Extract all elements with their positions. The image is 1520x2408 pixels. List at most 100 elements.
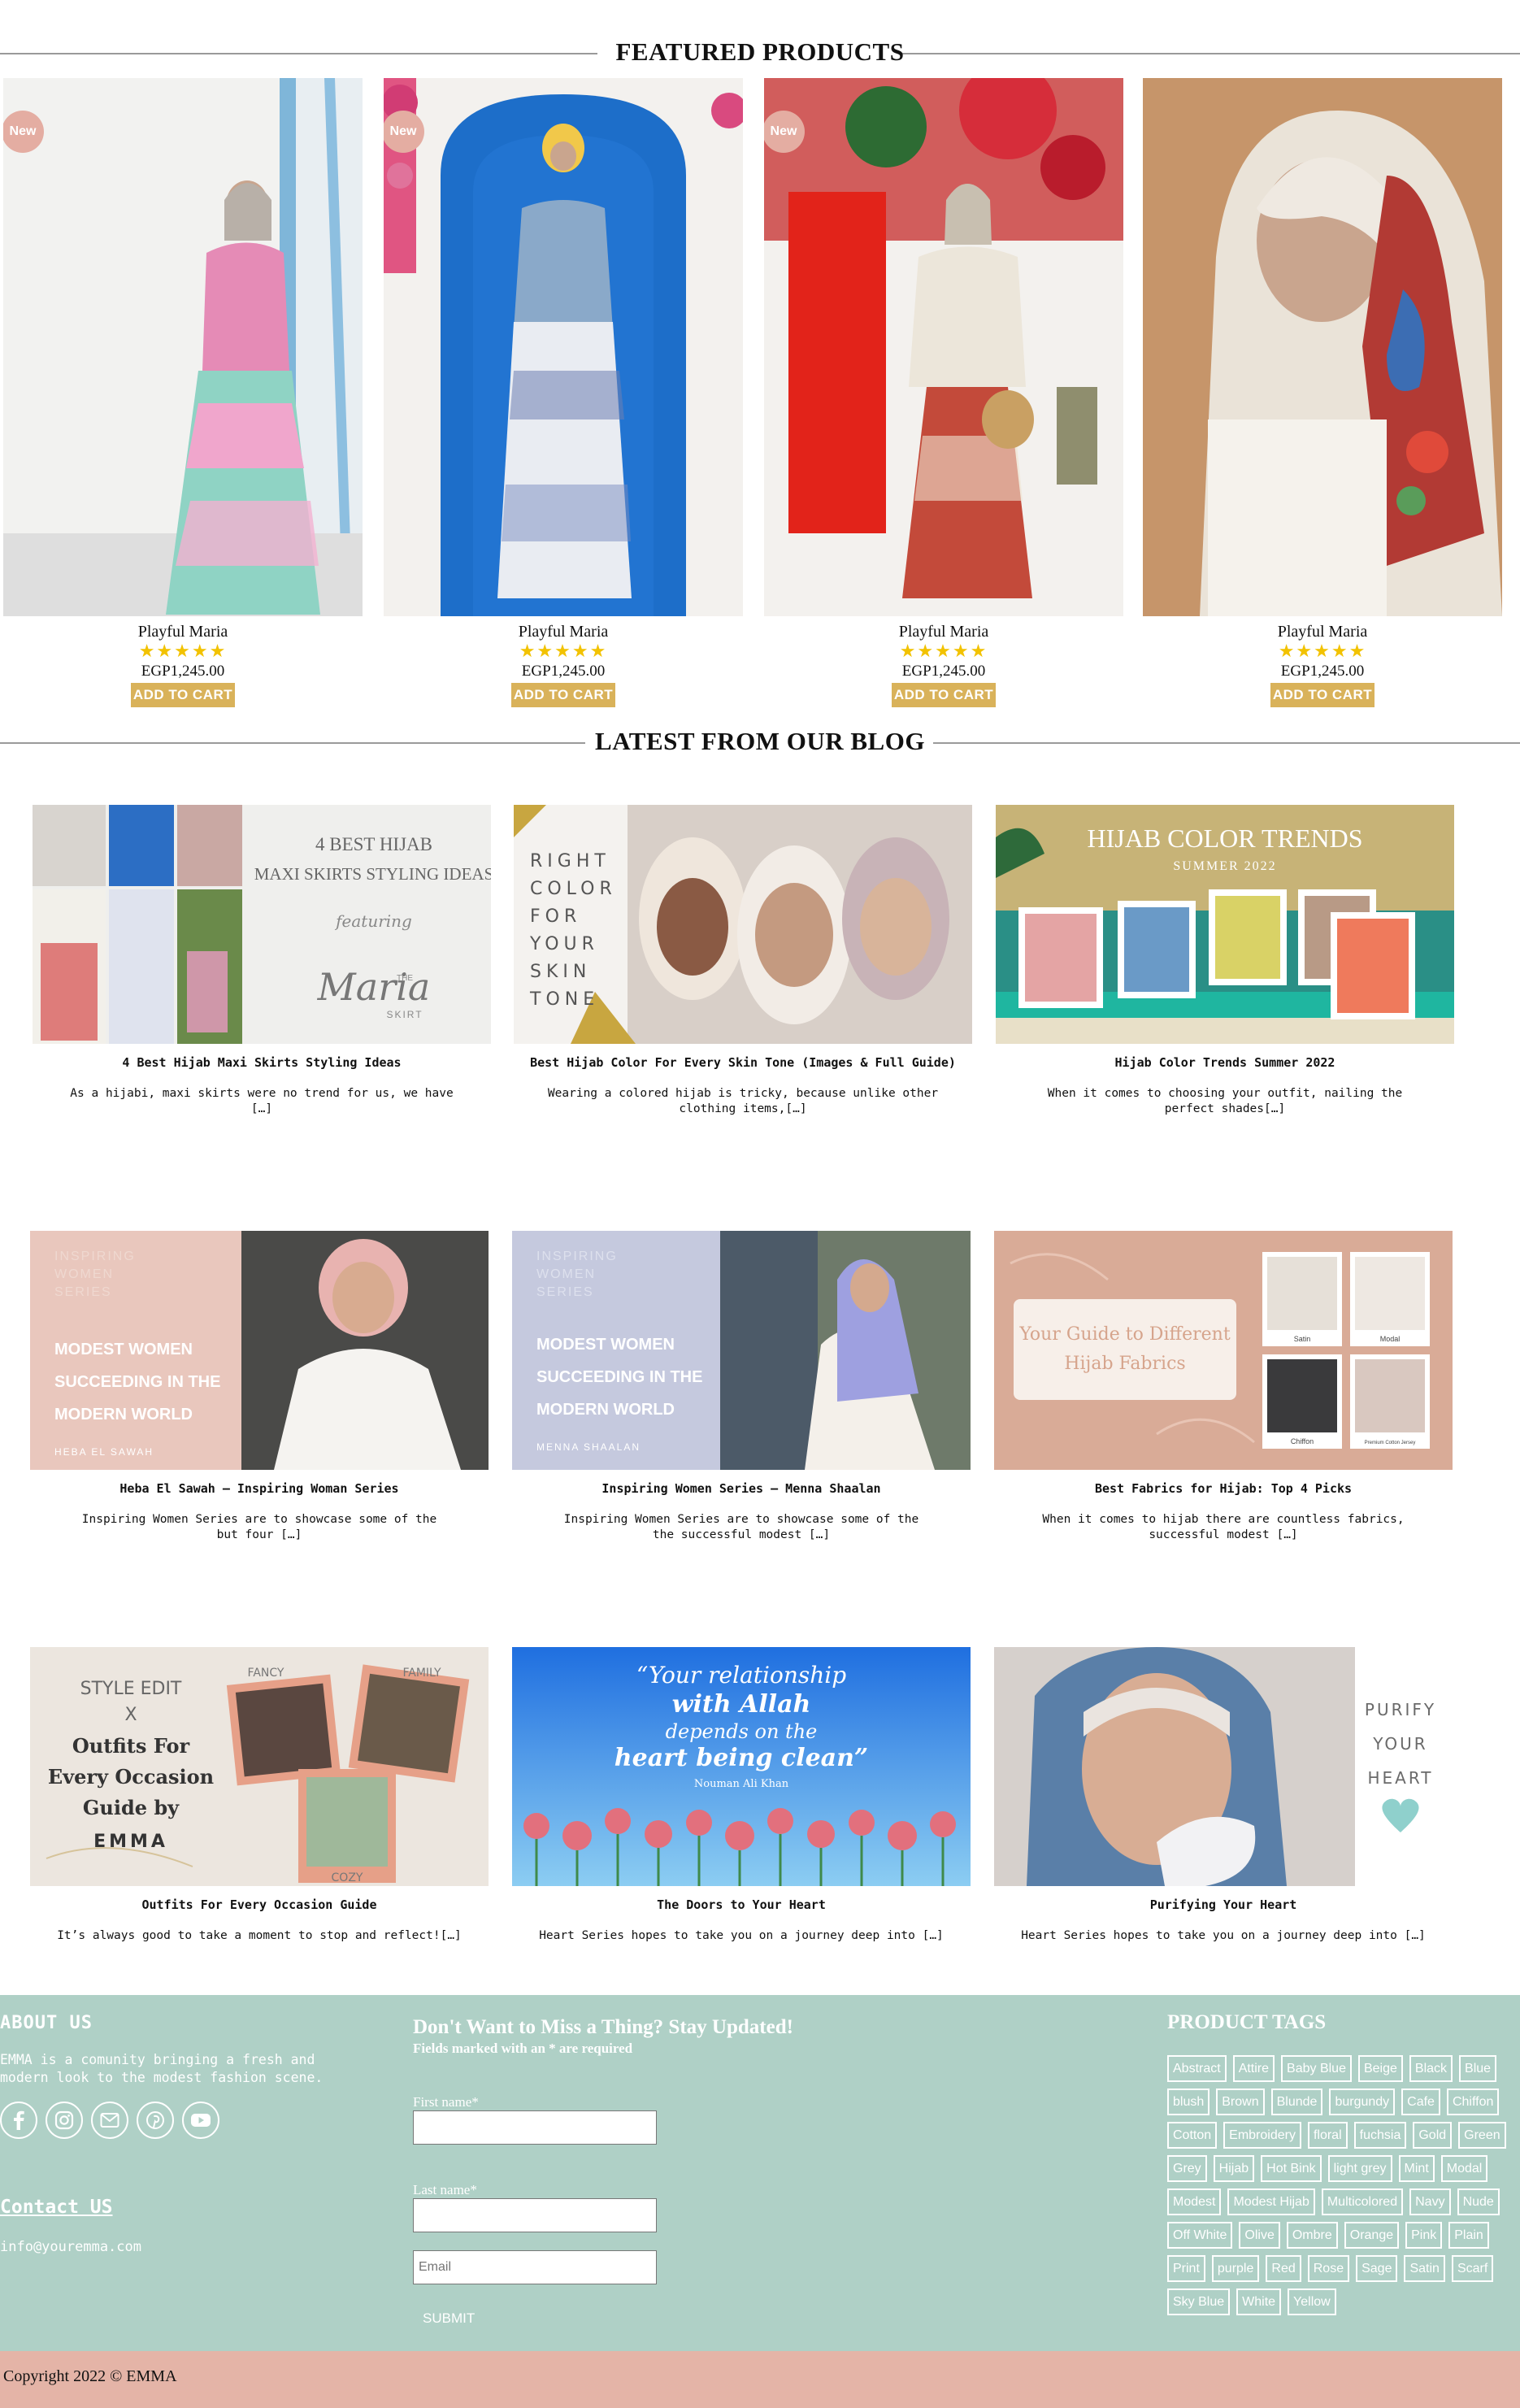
product-tag[interactable]: Nude (1457, 2188, 1500, 2215)
blog-post-title[interactable]: Heba El Sawah – Inspiring Woman Series (30, 1481, 489, 1496)
product-tag[interactable]: Mint (1398, 2155, 1435, 2182)
product-tag[interactable]: Abstract (1167, 2055, 1227, 2082)
blog-post-image[interactable]: INSPIRING WOMEN SERIES MODEST WOMEN SUCC… (30, 1231, 489, 1470)
product-tag[interactable]: Attire (1232, 2055, 1275, 2082)
product-tag[interactable]: Rose (1307, 2255, 1350, 2282)
blog-post-image[interactable]: PURIFY YOUR HEART (994, 1647, 1453, 1886)
product-tag[interactable]: White (1236, 2288, 1282, 2315)
social-links (0, 2102, 341, 2139)
product-card[interactable]: New Playful Maria ★★★★★ EGP1,245.00 ADD … (764, 78, 1123, 707)
blog-post-title[interactable]: Purifying Your Heart (994, 1897, 1453, 1912)
first-name-field[interactable] (413, 2110, 657, 2145)
product-card[interactable]: New Playful Maria ★★★★★ EGP1,245.00 ADD … (384, 78, 743, 707)
product-tag[interactable]: Grey (1167, 2155, 1207, 2182)
product-image[interactable] (1143, 78, 1502, 616)
product-name[interactable]: Playful Maria (1143, 623, 1502, 641)
blog-post-image[interactable]: RIGHT COLOR FOR YOUR SKIN TONE (514, 805, 972, 1044)
product-name[interactable]: Playful Maria (384, 623, 743, 641)
product-tag[interactable]: Scarf (1451, 2255, 1494, 2282)
product-tag[interactable]: Black (1409, 2055, 1453, 2082)
product-tag[interactable]: Yellow (1288, 2288, 1336, 2315)
youtube-icon[interactable] (182, 2102, 219, 2139)
product-tag[interactable]: Green (1458, 2122, 1506, 2149)
add-to-cart-button[interactable]: ADD TO CART (131, 683, 235, 707)
pinterest-icon[interactable] (137, 2102, 174, 2139)
product-tag[interactable]: Baby Blue (1281, 2055, 1352, 2082)
product-name[interactable]: Playful Maria (764, 623, 1123, 641)
product-name[interactable]: Playful Maria (3, 623, 363, 641)
product-tag[interactable]: Sage (1356, 2255, 1398, 2282)
product-tag[interactable]: Cafe (1401, 2089, 1440, 2115)
blog-post[interactable]: INSPIRING WOMEN SERIES MODEST WOMEN SUCC… (30, 1231, 489, 1543)
product-image[interactable]: New (764, 78, 1123, 616)
product-tag[interactable]: Hijab (1213, 2155, 1255, 2182)
product-tag[interactable]: Pink (1405, 2222, 1443, 2249)
blog-post[interactable]: Your Guide to Different Hijab Fabrics Sa… (994, 1231, 1453, 1543)
product-tag[interactable]: light grey (1327, 2155, 1392, 2182)
blog-post-title[interactable]: Best Fabrics for Hijab: Top 4 Picks (994, 1481, 1453, 1496)
product-image[interactable]: New (3, 78, 363, 616)
add-to-cart-button[interactable]: ADD TO CART (1270, 683, 1375, 707)
blog-post-image[interactable]: 4 BEST HIJAB MAXI SKIRTS STYLING IDEAS f… (33, 805, 491, 1044)
blog-post-image[interactable]: Your Guide to Different Hijab Fabrics Sa… (994, 1231, 1453, 1470)
contact-email[interactable]: info@youremma.com (0, 2239, 141, 2255)
product-tag[interactable]: Navy (1409, 2188, 1451, 2215)
contact-us-link[interactable]: Contact US (0, 2197, 112, 2218)
product-tag[interactable]: Orange (1344, 2222, 1400, 2249)
blog-post-title[interactable]: The Doors to Your Heart (512, 1897, 971, 1912)
product-tag[interactable]: fuchsia (1353, 2122, 1407, 2149)
blog-post-image[interactable]: STYLE EDIT X Outfits For Every Occasion … (30, 1647, 489, 1886)
add-to-cart-button[interactable]: ADD TO CART (892, 683, 996, 707)
blog-post-title[interactable]: Best Hijab Color For Every Skin Tone (Im… (514, 1055, 972, 1070)
add-to-cart-button[interactable]: ADD TO CART (511, 683, 615, 707)
product-tag[interactable]: Plain (1448, 2222, 1489, 2249)
facebook-icon[interactable] (0, 2102, 37, 2139)
product-tag[interactable]: Olive (1239, 2222, 1280, 2249)
submit-button[interactable]: SUBMIT (423, 2310, 475, 2327)
product-tag[interactable]: floral (1307, 2122, 1348, 2149)
product-tag[interactable]: Gold (1413, 2122, 1453, 2149)
blog-post-title[interactable]: Inspiring Women Series – Menna Shaalan (512, 1481, 971, 1496)
product-tag[interactable]: Off White (1167, 2222, 1233, 2249)
product-tag[interactable]: Modal (1440, 2155, 1488, 2182)
blog-post-image[interactable]: “Your relationship with Allah depends on… (512, 1647, 971, 1886)
product-tag[interactable]: Blunde (1270, 2089, 1323, 2115)
blog-post[interactable]: STYLE EDIT X Outfits For Every Occasion … (30, 1647, 489, 1944)
product-tag[interactable]: Ombre (1286, 2222, 1338, 2249)
blog-post[interactable]: PURIFY YOUR HEART Purifying Your Heart H… (994, 1647, 1453, 1944)
blog-post-title[interactable]: Outfits For Every Occasion Guide (30, 1897, 489, 1912)
blog-post[interactable]: 4 BEST HIJAB MAXI SKIRTS STYLING IDEAS f… (33, 805, 491, 1117)
blog-post-image[interactable]: INSPIRING WOMEN SERIES MODEST WOMEN SUCC… (512, 1231, 971, 1470)
blog-post[interactable]: RIGHT COLOR FOR YOUR SKIN TONE Best Hija… (514, 805, 972, 1117)
product-tag[interactable]: Red (1266, 2255, 1301, 2282)
last-name-field[interactable] (413, 2198, 657, 2232)
product-tag[interactable]: Embroidery (1223, 2122, 1301, 2149)
product-tag[interactable]: Modest Hijab (1227, 2188, 1315, 2215)
product-tag[interactable]: Satin (1404, 2255, 1445, 2282)
product-tag[interactable]: burgundy (1329, 2089, 1396, 2115)
blog-post-title[interactable]: Hijab Color Trends Summer 2022 (996, 1055, 1454, 1070)
product-tag[interactable]: Print (1167, 2255, 1205, 2282)
email-field[interactable] (413, 2250, 657, 2284)
product-tag[interactable]: Blue (1459, 2055, 1497, 2082)
product-card[interactable]: Playful Maria ★★★★★ EGP1,245.00 ADD TO C… (1143, 78, 1502, 707)
blog-post-title[interactable]: 4 Best Hijab Maxi Skirts Styling Ideas (33, 1055, 491, 1070)
product-tag[interactable]: Modest (1167, 2188, 1222, 2215)
product-tag[interactable]: Multicolored (1321, 2188, 1404, 2215)
product-tag[interactable]: purple (1211, 2255, 1260, 2282)
blog-post[interactable]: “Your relationship with Allah depends on… (512, 1647, 971, 1944)
blog-post[interactable]: HIJAB COLOR TRENDS SUMMER 2022 Hijab Col… (996, 805, 1454, 1117)
product-tag[interactable]: Chiffon (1446, 2089, 1500, 2115)
product-tag[interactable]: Sky Blue (1167, 2288, 1231, 2315)
product-tag[interactable]: Beige (1357, 2055, 1403, 2082)
instagram-icon[interactable] (46, 2102, 83, 2139)
product-tag[interactable]: Hot Bink (1261, 2155, 1322, 2182)
blog-post-image[interactable]: HIJAB COLOR TRENDS SUMMER 2022 (996, 805, 1454, 1044)
email-icon[interactable] (91, 2102, 128, 2139)
product-tag[interactable]: Brown (1216, 2089, 1265, 2115)
blog-post[interactable]: INSPIRING WOMEN SERIES MODEST WOMEN SUCC… (512, 1231, 971, 1543)
product-card[interactable]: New Playful Maria ★★★★★ EGP1,245.00 ADD … (3, 78, 363, 707)
product-image[interactable]: New (384, 78, 743, 616)
product-tag[interactable]: Cotton (1167, 2122, 1218, 2149)
product-tag[interactable]: blush (1167, 2089, 1210, 2115)
